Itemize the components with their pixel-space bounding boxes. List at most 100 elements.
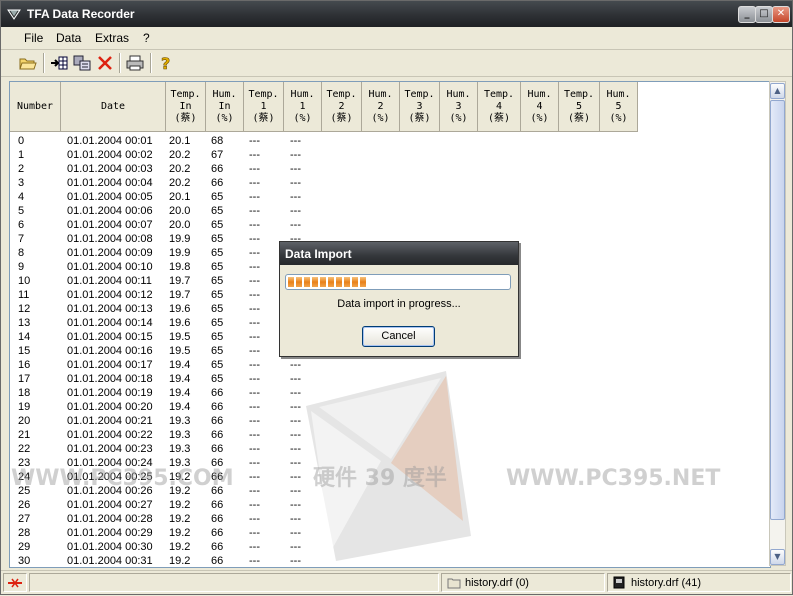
table-row[interactable]: 28 01.01.2004 00:29 19.2 66 --- --- (10, 526, 770, 540)
dialog-message: Data import in progress... (337, 298, 461, 310)
table-row[interactable]: 3 01.01.2004 00:04 20.2 66 --- --- (10, 176, 770, 190)
help-icon[interactable]: ? (157, 54, 175, 72)
table-cell: --- (249, 135, 260, 147)
table-row[interactable]: 17 01.01.2004 00:18 19.4 65 --- --- (10, 372, 770, 386)
table-row[interactable]: 26 01.01.2004 00:27 19.2 66 --- --- (10, 498, 770, 512)
column-header[interactable]: Number (10, 82, 61, 132)
maximize-icon[interactable]: □ (755, 6, 773, 23)
table-cell: --- (249, 149, 260, 161)
scroll-down-icon[interactable]: ▼ (770, 549, 785, 565)
column-header[interactable]: Hum. 4 (%) (521, 82, 559, 132)
status-panel-source: history.drf (0) (441, 573, 605, 592)
table-cell: 19.3 (169, 415, 191, 427)
column-header[interactable]: Hum. 3 (%) (440, 82, 478, 132)
table-cell: 01.01.2004 00:07 (67, 219, 153, 231)
table-row[interactable]: 2 01.01.2004 00:03 20.2 66 --- --- (10, 162, 770, 176)
table-row[interactable]: 30 01.01.2004 00:31 19.2 66 --- --- (10, 554, 770, 567)
table-cell: --- (290, 135, 301, 147)
progress-block (312, 277, 318, 287)
table-cell: 19.6 (169, 303, 191, 315)
table-cell: --- (249, 513, 260, 525)
table-cell: 19.2 (169, 513, 191, 525)
table-cell: --- (249, 317, 260, 329)
cancel-button[interactable]: Cancel (362, 326, 435, 347)
menu-data[interactable]: Data (56, 31, 81, 45)
table-cell: 01.01.2004 00:01 (67, 135, 153, 147)
table-cell: --- (290, 513, 301, 525)
table-cell: --- (249, 331, 260, 343)
table-cell: 01.01.2004 00:31 (67, 555, 153, 567)
table-cell: 19.2 (169, 485, 191, 497)
table-row[interactable]: 6 01.01.2004 00:07 20.0 65 --- --- (10, 218, 770, 232)
table-row[interactable]: 4 01.01.2004 00:05 20.1 65 --- --- (10, 190, 770, 204)
table-cell: --- (290, 541, 301, 553)
table-row[interactable]: 18 01.01.2004 00:19 19.4 66 --- --- (10, 386, 770, 400)
close-icon[interactable]: ✕ (772, 6, 790, 23)
dialog-title-bar[interactable]: Data Import (280, 242, 518, 265)
table-cell: 0 (18, 135, 25, 147)
table-cell: 65 (211, 191, 224, 203)
table-row[interactable]: 0 01.01.2004 00:01 20.1 68 --- --- (10, 134, 770, 148)
vertical-scrollbar[interactable]: ▲ ▼ (769, 81, 786, 566)
transfer-data-icon[interactable] (73, 54, 91, 72)
table-cell: 01.01.2004 00:13 (67, 303, 153, 315)
menu-help[interactable]: ? (143, 31, 150, 45)
table-cell: 01.01.2004 00:05 (67, 191, 153, 203)
table-cell: 01.01.2004 00:27 (67, 499, 153, 511)
table-row[interactable]: 29 01.01.2004 00:30 19.2 66 --- --- (10, 540, 770, 554)
column-header[interactable]: Date (61, 82, 166, 132)
column-header[interactable]: Temp. 3 (蔡) (400, 82, 440, 132)
table-cell: 19.5 (169, 331, 191, 343)
column-header[interactable]: Hum. 2 (%) (362, 82, 400, 132)
table-row[interactable]: 20 01.01.2004 00:21 19.3 66 --- --- (10, 414, 770, 428)
progress-block (336, 277, 342, 287)
print-icon[interactable] (126, 54, 144, 72)
table-cell: 66 (211, 401, 224, 413)
column-header[interactable]: Temp. 2 (蔡) (322, 82, 362, 132)
table-cell: 19.4 (169, 387, 191, 399)
menu-file[interactable]: File (24, 31, 43, 45)
table-row[interactable]: 22 01.01.2004 00:23 19.3 66 --- --- (10, 442, 770, 456)
scroll-up-icon[interactable]: ▲ (770, 83, 785, 99)
table-cell: 19 (18, 401, 31, 413)
table-cell: --- (249, 471, 260, 483)
table-row[interactable]: 19 01.01.2004 00:20 19.4 66 --- --- (10, 400, 770, 414)
delete-icon[interactable] (96, 54, 114, 72)
table-row[interactable]: 16 01.01.2004 00:17 19.4 65 --- --- (10, 358, 770, 372)
table-cell: --- (290, 485, 301, 497)
table-row[interactable]: 1 01.01.2004 00:02 20.2 67 --- --- (10, 148, 770, 162)
table-cell: 01.01.2004 00:09 (67, 247, 153, 259)
table-cell: 01.01.2004 00:14 (67, 317, 153, 329)
svg-text:?: ? (161, 54, 170, 72)
app-window: TFA Data Recorder _ □ ✕ File Data Extras… (0, 0, 793, 595)
column-header[interactable]: Hum. In (%) (206, 82, 244, 132)
table-row[interactable]: 27 01.01.2004 00:28 19.2 66 --- --- (10, 512, 770, 526)
table-row[interactable]: 23 01.01.2004 00:24 19.3 66 --- --- (10, 456, 770, 470)
column-header[interactable]: Temp. 1 (蔡) (244, 82, 284, 132)
title-bar[interactable]: TFA Data Recorder _ □ ✕ (1, 1, 792, 27)
table-cell: 01.01.2004 00:10 (67, 261, 153, 273)
scroll-thumb[interactable] (770, 100, 785, 520)
table-row[interactable]: 24 01.01.2004 00:25 19.2 66 --- --- (10, 470, 770, 484)
table-cell: --- (290, 415, 301, 427)
import-data-icon[interactable] (50, 54, 68, 72)
table-row[interactable]: 21 01.01.2004 00:22 19.3 66 --- --- (10, 428, 770, 442)
table-row[interactable]: 5 01.01.2004 00:06 20.0 65 --- --- (10, 204, 770, 218)
column-header[interactable]: Hum. 1 (%) (284, 82, 322, 132)
table-cell: 20.2 (169, 149, 191, 161)
table-cell: --- (290, 149, 301, 161)
open-folder-icon[interactable] (19, 54, 37, 72)
menu-extras[interactable]: Extras (95, 31, 129, 45)
table-cell: 66 (211, 429, 224, 441)
table-cell: --- (249, 303, 260, 315)
minimize-icon[interactable]: _ (738, 6, 756, 23)
table-row[interactable]: 25 01.01.2004 00:26 19.2 66 --- --- (10, 484, 770, 498)
folder-icon (447, 578, 461, 589)
column-header[interactable]: Temp. 5 (蔡) (559, 82, 600, 132)
column-header[interactable]: Temp. 4 (蔡) (478, 82, 521, 132)
table-cell: 01.01.2004 00:26 (67, 485, 153, 497)
table-cell: 6 (18, 219, 25, 231)
column-header[interactable]: Hum. 5 (%) (600, 82, 638, 132)
table-cell: 18 (18, 387, 31, 399)
column-header[interactable]: Temp. In (蔡) (166, 82, 206, 132)
